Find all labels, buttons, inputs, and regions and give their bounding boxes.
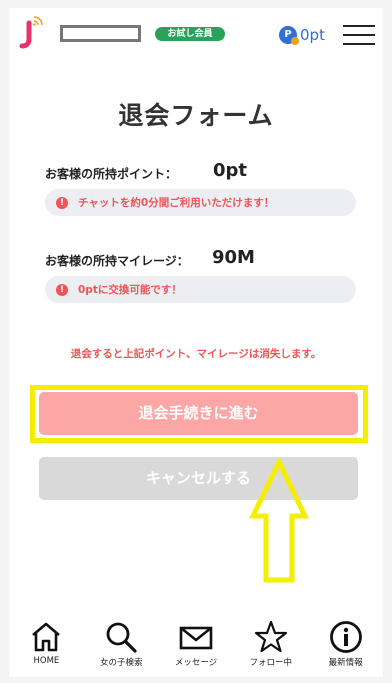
cancel-button[interactable]: キャンセルする [39, 457, 358, 500]
points-display[interactable]: P 0pt [279, 25, 325, 45]
withdrawal-screen: お試し会員 P 0pt 退会フォーム お客様の所持ポイント： 0pt ! チャッ… [9, 8, 383, 677]
username-box [60, 25, 141, 42]
up-arrow-annotation-icon [249, 458, 309, 583]
points-icon: P [279, 26, 299, 45]
nav-label-news: 最新情報 [328, 658, 363, 668]
alert-icon: ! [56, 283, 68, 296]
loss-warning-text: 退会すると上記ポイント、マイレージは消失します。 [70, 348, 322, 360]
points-notice: ! チャットを約0分間ご利用いただけます！ [45, 189, 356, 216]
points-amount: 0pt [213, 160, 248, 181]
home-icon [32, 622, 61, 652]
nav-item-news[interactable]: 最新情報 [308, 620, 383, 677]
mail-icon [179, 626, 213, 650]
nav-label-messages: メッセージ [174, 658, 218, 668]
points-notice-text: チャットを約0分間ご利用いただけます！ [78, 197, 275, 209]
nav-label-following: フォロー中 [249, 658, 293, 668]
star-icon [254, 620, 287, 653]
points-value: 0pt [300, 26, 325, 44]
member-status-badge: お試し会員 [155, 27, 225, 41]
nav-item-home[interactable]: HOME [9, 620, 84, 677]
nav-label-home: HOME [33, 656, 60, 666]
nav-item-messages[interactable]: メッセージ [159, 620, 234, 677]
nav-item-following[interactable]: フォロー中 [233, 620, 308, 677]
nav-label-search: 女の子検索 [99, 658, 143, 668]
points-label: お客様の所持ポイント： [45, 167, 178, 181]
mileage-amount: 90M [212, 247, 255, 268]
header: お試し会員 P 0pt [9, 8, 383, 60]
page-title: 退会フォーム [118, 101, 274, 130]
mileage-notice-text: 0ptに交換可能です！ [78, 284, 182, 296]
search-icon [106, 622, 137, 653]
mileage-label: お客様の所持マイレージ： [45, 254, 189, 268]
bottom-navigation: HOME 女の子検索 メッセージ フォロー中 最新情報 [9, 620, 383, 677]
mileage-notice: ! 0ptに交換可能です！ [45, 276, 356, 303]
hamburger-menu-icon[interactable] [343, 23, 375, 47]
app-logo-icon[interactable] [17, 15, 43, 49]
alert-icon: ! [56, 196, 68, 209]
withdraw-button[interactable]: 退会手続きに進む [39, 392, 358, 435]
nav-item-search[interactable]: 女の子検索 [84, 620, 159, 677]
info-icon [329, 621, 362, 653]
